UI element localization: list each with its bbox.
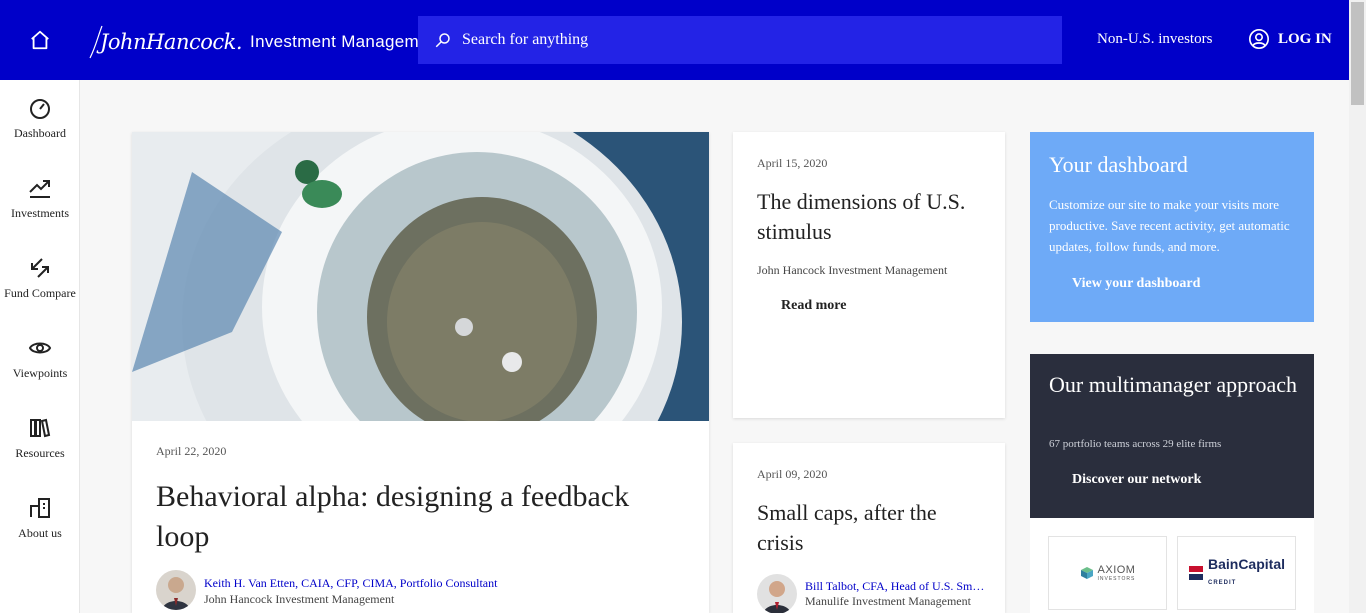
author-avatar: [156, 570, 196, 610]
multimanager-subtitle: 67 portfolio teams across 29 elite firms: [1049, 438, 1222, 450]
sidebar-item-about-us[interactable]: About us: [0, 480, 80, 560]
login-button[interactable]: LOG IN: [1248, 28, 1332, 50]
article-title[interactable]: Small caps, after the crisis: [757, 498, 987, 558]
logo-script: JohnHancock.: [100, 30, 243, 54]
sidebar-item-label: Investments: [11, 206, 69, 220]
read-more-link[interactable]: Read more: [781, 298, 846, 314]
login-label: LOG IN: [1278, 30, 1332, 47]
article-org: Manulife Investment Management: [805, 594, 971, 608]
top-navigation-bar: JohnHancock. Investment Management Non-U…: [0, 0, 1349, 80]
sidebar-item-label: Viewpoints: [12, 366, 68, 380]
logo-suffix: Investment Management: [250, 32, 444, 51]
article-card[interactable]: April 15, 2020 The dimensions of U.S. st…: [733, 132, 1005, 418]
search-input[interactable]: [462, 31, 1022, 49]
home-icon: [31, 30, 49, 50]
article-author[interactable]: Keith H. Van Etten, CAIA, CFP, CIMA, Por…: [204, 576, 497, 591]
user-circle-icon: [1249, 29, 1269, 49]
search-icon: [435, 33, 450, 48]
gauge-icon: [30, 99, 50, 119]
baincapital-mark-icon: [1188, 566, 1203, 580]
partner-name: AXIOM: [1097, 564, 1136, 576]
partner-logo-axiom[interactable]: AXIOM INVESTORS: [1048, 536, 1167, 610]
featured-article-card[interactable]: April 22, 2020 Behavioral alpha: designi…: [132, 132, 709, 613]
sidebar-item-label: About us: [18, 526, 62, 540]
building-icon: [30, 498, 50, 518]
sidebar-item-viewpoints[interactable]: Viewpoints: [0, 320, 80, 400]
sidebar-item-dashboard[interactable]: Dashboard: [0, 80, 80, 160]
sidebar-item-resources[interactable]: Resources: [0, 400, 80, 480]
dashboard-description: Customize our site to make your visits m…: [1049, 197, 1290, 254]
sidebar-item-label: Resources: [15, 446, 65, 460]
article-date: April 09, 2020: [757, 467, 828, 481]
partner-logo-baincapital[interactable]: BainCapital CREDIT: [1177, 536, 1296, 610]
article-date: April 22, 2020: [156, 444, 227, 458]
spiral-staircase-image: [132, 132, 709, 421]
partner-name: BainCapital: [1207, 556, 1285, 572]
partner-logos: AXIOM INVESTORS BainCapital CREDIT: [1030, 518, 1314, 613]
books-icon: [30, 418, 51, 438]
article-date: April 15, 2020: [757, 156, 828, 170]
article-org: John Hancock Investment Management: [204, 592, 395, 606]
article-title[interactable]: The dimensions of U.S. stimulus: [757, 187, 987, 247]
sidebar-item-investments[interactable]: Investments: [0, 160, 80, 240]
dashboard-heading: Your dashboard: [1049, 152, 1188, 177]
trend-up-icon: [29, 180, 50, 198]
non-us-investors-link[interactable]: Non-U.S. investors: [1097, 31, 1212, 48]
partner-tag: CREDIT: [1207, 580, 1237, 586]
axiom-cube-icon: [1080, 567, 1093, 579]
sidebar-item-fund-compare[interactable]: Fund Compare: [0, 240, 80, 320]
page-scrollbar-thumb[interactable]: [1351, 2, 1364, 105]
article-org: John Hancock Investment Management: [757, 263, 948, 277]
sidebar-item-label: Fund Compare: [4, 286, 76, 300]
search-bar[interactable]: [418, 16, 1062, 64]
discover-network-link[interactable]: Discover our network: [1072, 472, 1201, 488]
dashboard-promo: Your dashboard Customize our site to mak…: [1030, 132, 1314, 322]
author-avatar: [757, 574, 797, 613]
multimanager-heading: Our multimanager approach: [1049, 372, 1298, 397]
article-author[interactable]: Bill Talbot, CFA, Head of U.S. Small Cap…: [805, 579, 985, 594]
eye-icon: [28, 342, 52, 354]
sidebar: Dashboard Investments Fund Compare Viewp…: [0, 80, 80, 613]
home-button[interactable]: [0, 0, 80, 80]
article-title[interactable]: Behavioral alpha: designing a feedback l…: [156, 477, 686, 557]
compare-arrows-icon: [31, 258, 49, 278]
partner-tag: INVESTORS: [1097, 576, 1136, 582]
sidebar-item-label: Dashboard: [14, 126, 66, 140]
multimanager-promo: Our multimanager approach 67 portfolio t…: [1030, 354, 1314, 518]
brand-logo[interactable]: JohnHancock. Investment Management: [88, 20, 443, 64]
article-card[interactable]: April 09, 2020 Small caps, after the cri…: [733, 443, 1005, 613]
view-dashboard-link[interactable]: View your dashboard: [1072, 276, 1200, 292]
